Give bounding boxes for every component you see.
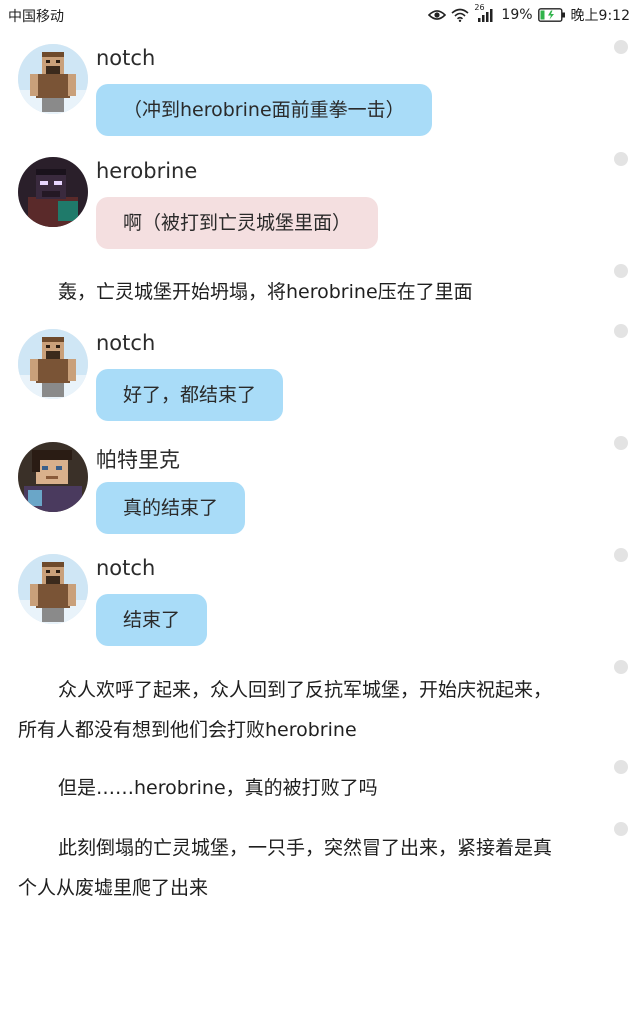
dot-marker [614, 548, 628, 562]
avatar[interactable] [18, 554, 88, 624]
dot-marker [614, 264, 628, 278]
chat-message: 帕特里克 真的结束了 [0, 442, 600, 538]
narration-line: 此刻倒塌的亡灵城堡，一只手，突然冒了出来，紧接着是真 [18, 828, 608, 868]
notch-avatar-icon [18, 329, 88, 399]
battery-percent: 19% [501, 7, 533, 23]
dot-marker [614, 660, 628, 674]
sender-name: notch [96, 46, 156, 70]
herobrine-avatar-icon [18, 157, 88, 227]
narration-paragraph: 众人欢呼了起来，众人回到了反抗军城堡，开始庆祝起来， 所有人都没有想到他们会打败… [18, 670, 608, 750]
avatar[interactable] [18, 329, 88, 399]
notch-avatar-icon [18, 44, 88, 114]
narration-line: 个人从废墟里爬了出来 [18, 868, 608, 908]
narration-text: 个人从废墟里爬了出来 [18, 877, 209, 899]
narration-paragraph: 此刻倒塌的亡灵城堡，一只手，突然冒了出来，紧接着是真 个人从废墟里爬了出来 [18, 828, 608, 908]
sender-name: notch [96, 556, 156, 580]
dot-marker [614, 40, 628, 54]
narration-text: 此刻倒塌的亡灵城堡，一只手，突然冒了出来，紧接着是真 [58, 837, 553, 859]
narration-paragraph: 但是……herobrine，真的被打败了吗 [18, 768, 608, 808]
narration-text: 众人欢呼了起来，众人回到了反抗军城堡，开始庆祝起来， [58, 679, 553, 701]
avatar[interactable] [18, 44, 88, 114]
signal-bars-icon [478, 9, 493, 22]
wifi-icon [451, 8, 469, 22]
dot-marker [614, 436, 628, 450]
patrick-avatar-icon [18, 442, 88, 512]
notch-avatar-icon [18, 554, 88, 624]
narration-line: 所有人都没有想到他们会打败herobrine [18, 710, 608, 750]
chat-message: notch 结束了 [0, 554, 600, 650]
narration-paragraph: 轰，亡灵城堡开始坍塌，将herobrine压在了里面 [18, 272, 608, 312]
sender-name: notch [96, 331, 156, 355]
chat-message: notch （冲到herobrine面前重拳一击） [0, 44, 600, 140]
message-bubble[interactable]: 真的结束了 [96, 482, 246, 534]
message-bubble[interactable]: （冲到herobrine面前重拳一击） [96, 84, 432, 136]
dot-marker [614, 822, 628, 836]
status-icons: 26 19% 晚上9:12 [428, 3, 630, 25]
eye-comfort-icon [428, 10, 447, 20]
narration-text: 轰，亡灵城堡开始坍塌，将herobrine压在了里面 [58, 281, 473, 303]
dot-marker [614, 324, 628, 338]
carrier-label: 中国移动 [8, 9, 64, 25]
avatar[interactable] [18, 157, 88, 227]
status-bar: 中国移动 26 19% 晚上9:12 [0, 0, 640, 30]
dot-marker [614, 152, 628, 166]
chat-message: notch 好了，都结束了 [0, 329, 600, 425]
chat-message: herobrine 啊（被打到亡灵城堡里面） [0, 157, 600, 253]
battery-charging-icon [537, 8, 565, 22]
dot-marker [614, 760, 628, 774]
sender-name: herobrine [96, 159, 198, 183]
narration-text: 但是……herobrine，真的被打败了吗 [58, 777, 378, 799]
avatar[interactable] [18, 442, 88, 512]
narration-text: 所有人都没有想到他们会打败herobrine [18, 719, 357, 741]
sender-name: 帕特里克 [96, 448, 180, 472]
signal-strength: 26 [474, 3, 496, 22]
narration-line: 众人欢呼了起来，众人回到了反抗军城堡，开始庆祝起来， [18, 670, 608, 710]
message-bubble[interactable]: 结束了 [96, 594, 208, 646]
scroll-indicator-dots [614, 0, 630, 1024]
message-bubble[interactable]: 啊（被打到亡灵城堡里面） [96, 197, 379, 249]
message-bubble[interactable]: 好了，都结束了 [96, 369, 284, 421]
